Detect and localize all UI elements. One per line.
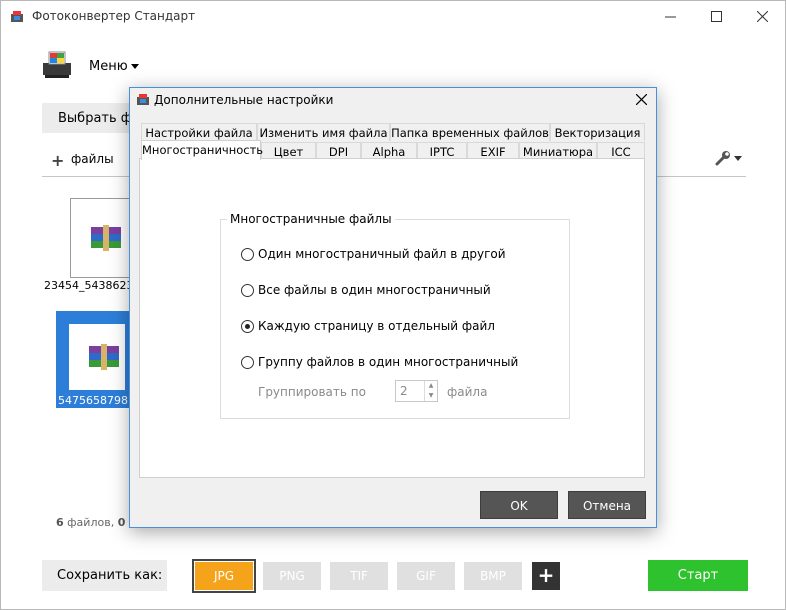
app-icon xyxy=(11,11,23,22)
radio-button[interactable] xyxy=(241,356,254,369)
format-jpg-button[interactable]: JPG xyxy=(192,559,256,593)
stepper-up-icon[interactable]: ▲ xyxy=(425,381,437,391)
status-files-count: 6 файлов, 0 xyxy=(56,516,136,529)
advanced-settings-dialog: Дополнительные настройки Настройки файла… xyxy=(129,87,657,528)
format-gif-button[interactable]: GIF xyxy=(397,562,455,590)
maximize-button[interactable] xyxy=(693,1,739,32)
status-second-value: 0 xyxy=(117,516,126,529)
add-format-button[interactable]: + xyxy=(532,562,560,590)
add-files-plus-icon[interactable]: + xyxy=(51,151,64,170)
file-thumbnail-1-caption: 23454_5438623_9 xyxy=(44,279,136,292)
group-by-stepper[interactable]: 2 ▲ ▼ xyxy=(395,380,438,402)
title-bar: Фотоконвертер Стандарт xyxy=(1,1,785,32)
group-by-suffix: файла xyxy=(447,385,488,399)
radio-button[interactable] xyxy=(241,284,254,297)
dialog-title: Дополнительные настройки xyxy=(154,93,334,107)
window-title: Фотоконвертер Стандарт xyxy=(32,9,196,23)
ok-button[interactable]: OK xyxy=(480,491,558,519)
tab-vectorization[interactable]: Векторизация xyxy=(550,123,645,141)
thumbnail-frame xyxy=(69,324,125,390)
save-as-label: Сохранить как: xyxy=(42,560,167,591)
file-thumbnail-2-caption: 547565879879 xyxy=(56,393,136,408)
tab-temp-folder[interactable]: Папка временных файлов xyxy=(390,123,550,141)
dialog-app-icon xyxy=(137,94,149,105)
files-count-value: 6 xyxy=(56,516,64,529)
cancel-button[interactable]: Отмена xyxy=(568,491,646,519)
option-label: Один многостраничный файл в другой xyxy=(258,247,506,261)
stepper-down-icon[interactable]: ▼ xyxy=(425,391,437,401)
archive-file-icon xyxy=(91,225,121,251)
group-by-value: 2 xyxy=(400,384,408,398)
format-png-button[interactable]: PNG xyxy=(263,562,321,590)
wrench-icon[interactable] xyxy=(714,150,742,166)
tab-multipage[interactable]: Многостраничность xyxy=(141,140,263,160)
file-thumbnail-1[interactable] xyxy=(70,198,134,278)
radio-button-selected[interactable] xyxy=(241,320,254,333)
option-label: Группу файлов в один многостраничный xyxy=(258,355,519,369)
maximize-icon xyxy=(710,11,722,22)
close-icon xyxy=(756,11,768,22)
option-label: Каждую страницу в отдельный файл xyxy=(258,319,495,333)
close-button[interactable] xyxy=(739,1,785,32)
dialog-close-button[interactable] xyxy=(626,88,656,113)
tab-file-settings[interactable]: Настройки файла xyxy=(141,123,257,141)
file-thumbnail-2-selected[interactable] xyxy=(56,311,136,401)
start-button[interactable]: Старт xyxy=(648,560,748,591)
menu-button[interactable]: Меню xyxy=(89,59,128,74)
files-count-suffix: файлов, xyxy=(63,516,118,529)
close-icon xyxy=(635,93,647,106)
option-label: Все файлы в один многостраничный xyxy=(258,283,491,297)
stepper-buttons: ▲ ▼ xyxy=(424,381,437,401)
menu-caret-icon[interactable] xyxy=(131,64,139,69)
tab-panel-multipage: Многостраничные файлы Один многостраничн… xyxy=(139,158,645,478)
minimize-icon xyxy=(664,16,676,18)
add-files-button[interactable]: файлы xyxy=(71,152,114,166)
multipage-files-group: Многостраничные файлы Один многостраничн… xyxy=(220,212,570,419)
minimize-button[interactable] xyxy=(647,1,693,32)
radio-button[interactable] xyxy=(241,248,254,261)
format-bmp-button[interactable]: BMP xyxy=(464,562,522,590)
archive-file-icon xyxy=(89,344,119,370)
format-tif-button[interactable]: TIF xyxy=(330,562,388,590)
group-title: Многостраничные файлы xyxy=(227,212,395,226)
app-logo-icon xyxy=(43,51,71,78)
group-by-label: Группировать по xyxy=(258,385,366,399)
tab-rename-file[interactable]: Изменить имя файла xyxy=(257,123,390,141)
